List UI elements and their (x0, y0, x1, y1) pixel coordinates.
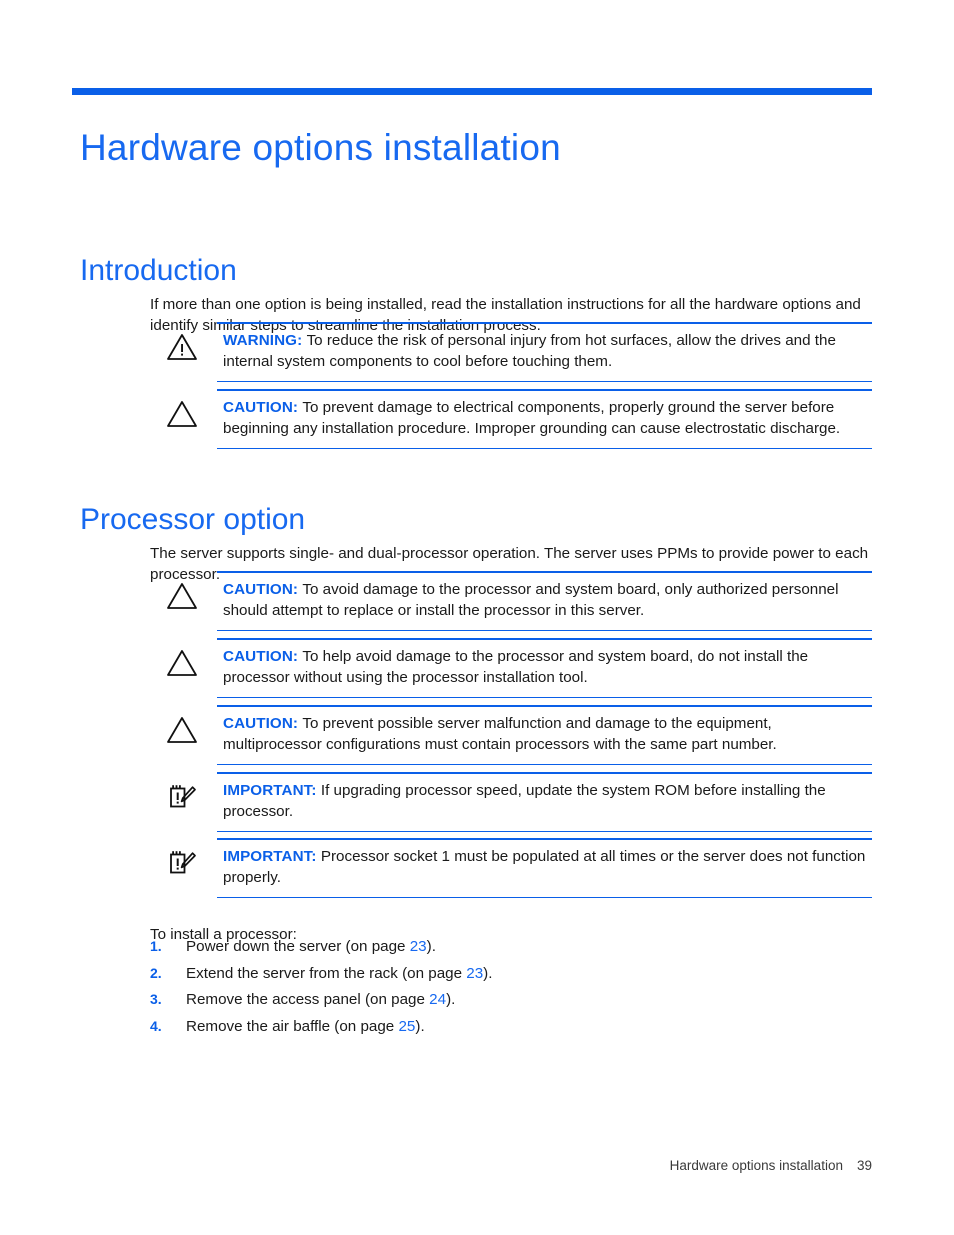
page-reference-link[interactable]: 23 (410, 938, 427, 955)
step-number: 4. (150, 1017, 162, 1034)
step-number: 1. (150, 938, 162, 954)
caution-triangle-icon (165, 581, 199, 611)
notice-label: CAUTION: (223, 581, 299, 598)
step-text: Remove the access panel (on page 24). (186, 989, 455, 1010)
notice-label: CAUTION: (223, 399, 299, 416)
notice-warning: WARNING: To reduce the risk of personal i… (167, 322, 872, 382)
page-reference-link[interactable]: 25 (398, 1018, 415, 1035)
list-item: 4. Remove the air baffle (on page 25). (150, 1016, 850, 1043)
list-item: 3. Remove the access panel (on page 24). (150, 989, 850, 1016)
notice-label: CAUTION: (223, 715, 299, 732)
step-number: 2. (150, 964, 162, 981)
page-reference-link[interactable]: 23 (466, 965, 483, 982)
step-text-after: ). (483, 964, 493, 982)
page-title: Hardware options installation (80, 126, 561, 168)
step-text-after: ). (426, 938, 436, 955)
notice-body: CAUTION: To prevent possible server malfu… (223, 713, 872, 755)
notice-important: IMPORTANT: If upgrading processor speed, … (170, 772, 872, 832)
notice-message: To avoid damage to the processor and sys… (223, 581, 839, 619)
page-footer: Hardware options installation 39 (72, 1158, 872, 1173)
warning-triangle-exclamation-icon (165, 332, 199, 362)
notice-label: IMPORTANT: (223, 782, 317, 799)
notice-message: To help avoid damage to the processor an… (223, 648, 809, 686)
page-reference-link[interactable]: 24 (429, 991, 446, 1008)
caution-triangle-icon (165, 399, 199, 429)
notice-caution: CAUTION: To help avoid damage to the proc… (167, 638, 872, 698)
footer-title: Hardware options installation (669, 1158, 843, 1173)
section-heading-introduction: Introduction (80, 253, 237, 287)
procedure-step-list: 1. Power down the server (on page 23). 2… (150, 936, 850, 1042)
section-heading-processor-option: Processor option (80, 502, 306, 536)
step-text-before: Remove the air baffle (on page (186, 1017, 399, 1035)
step-number: 3. (150, 991, 162, 1007)
important-note-pencil-icon (165, 848, 199, 878)
step-text: Extend the server from the rack (on page… (186, 963, 492, 984)
notice-caution: CAUTION: To prevent possible server malfu… (167, 705, 872, 765)
list-item: 1. Power down the server (on page 23). (150, 936, 850, 963)
notice-caution: CAUTION: To avoid damage to the processor… (167, 571, 872, 631)
list-item: 2. Extend the server from the rack (on p… (150, 963, 850, 990)
notice-body: CAUTION: To help avoid damage to the proc… (223, 646, 872, 688)
footer-page-number: 39 (856, 1158, 872, 1173)
chapter-rule (72, 88, 872, 95)
notice-body: WARNING: To reduce the risk of personal i… (223, 330, 872, 372)
step-text-before: Remove the access panel (on page (186, 991, 430, 1008)
notice-label: WARNING: (223, 332, 303, 349)
document-page: Hardware options installation Introducti… (0, 0, 954, 1235)
notice-body: CAUTION: To avoid damage to the processor… (223, 579, 872, 621)
notice-message: To prevent possible server malfunction a… (223, 715, 777, 753)
step-text: Remove the air baffle (on page 25). (186, 1016, 425, 1037)
notice-caution: CAUTION: To prevent damage to electrical … (167, 389, 872, 449)
notice-label: CAUTION: (223, 648, 299, 665)
important-note-pencil-icon (165, 782, 199, 812)
notice-message: To reduce the risk of personal injury fr… (223, 332, 836, 370)
step-text-before: Extend the server from the rack (on page (186, 964, 467, 982)
notice-body: IMPORTANT: If upgrading processor speed, … (223, 780, 872, 822)
step-text-before: Power down the server (on page (186, 938, 410, 955)
notice-message: To prevent damage to electrical componen… (223, 399, 841, 437)
notice-label: IMPORTANT: (223, 848, 317, 865)
notice-important: IMPORTANT: Processor socket 1 must be pop… (170, 838, 872, 898)
notice-body: IMPORTANT: Processor socket 1 must be pop… (223, 846, 872, 888)
step-text: Power down the server (on page 23). (186, 936, 436, 957)
step-text-after: ). (446, 991, 456, 1008)
step-text-after: ). (415, 1017, 425, 1035)
caution-triangle-icon (165, 715, 199, 745)
notice-body: CAUTION: To prevent damage to electrical … (223, 397, 872, 439)
caution-triangle-icon (165, 648, 199, 678)
